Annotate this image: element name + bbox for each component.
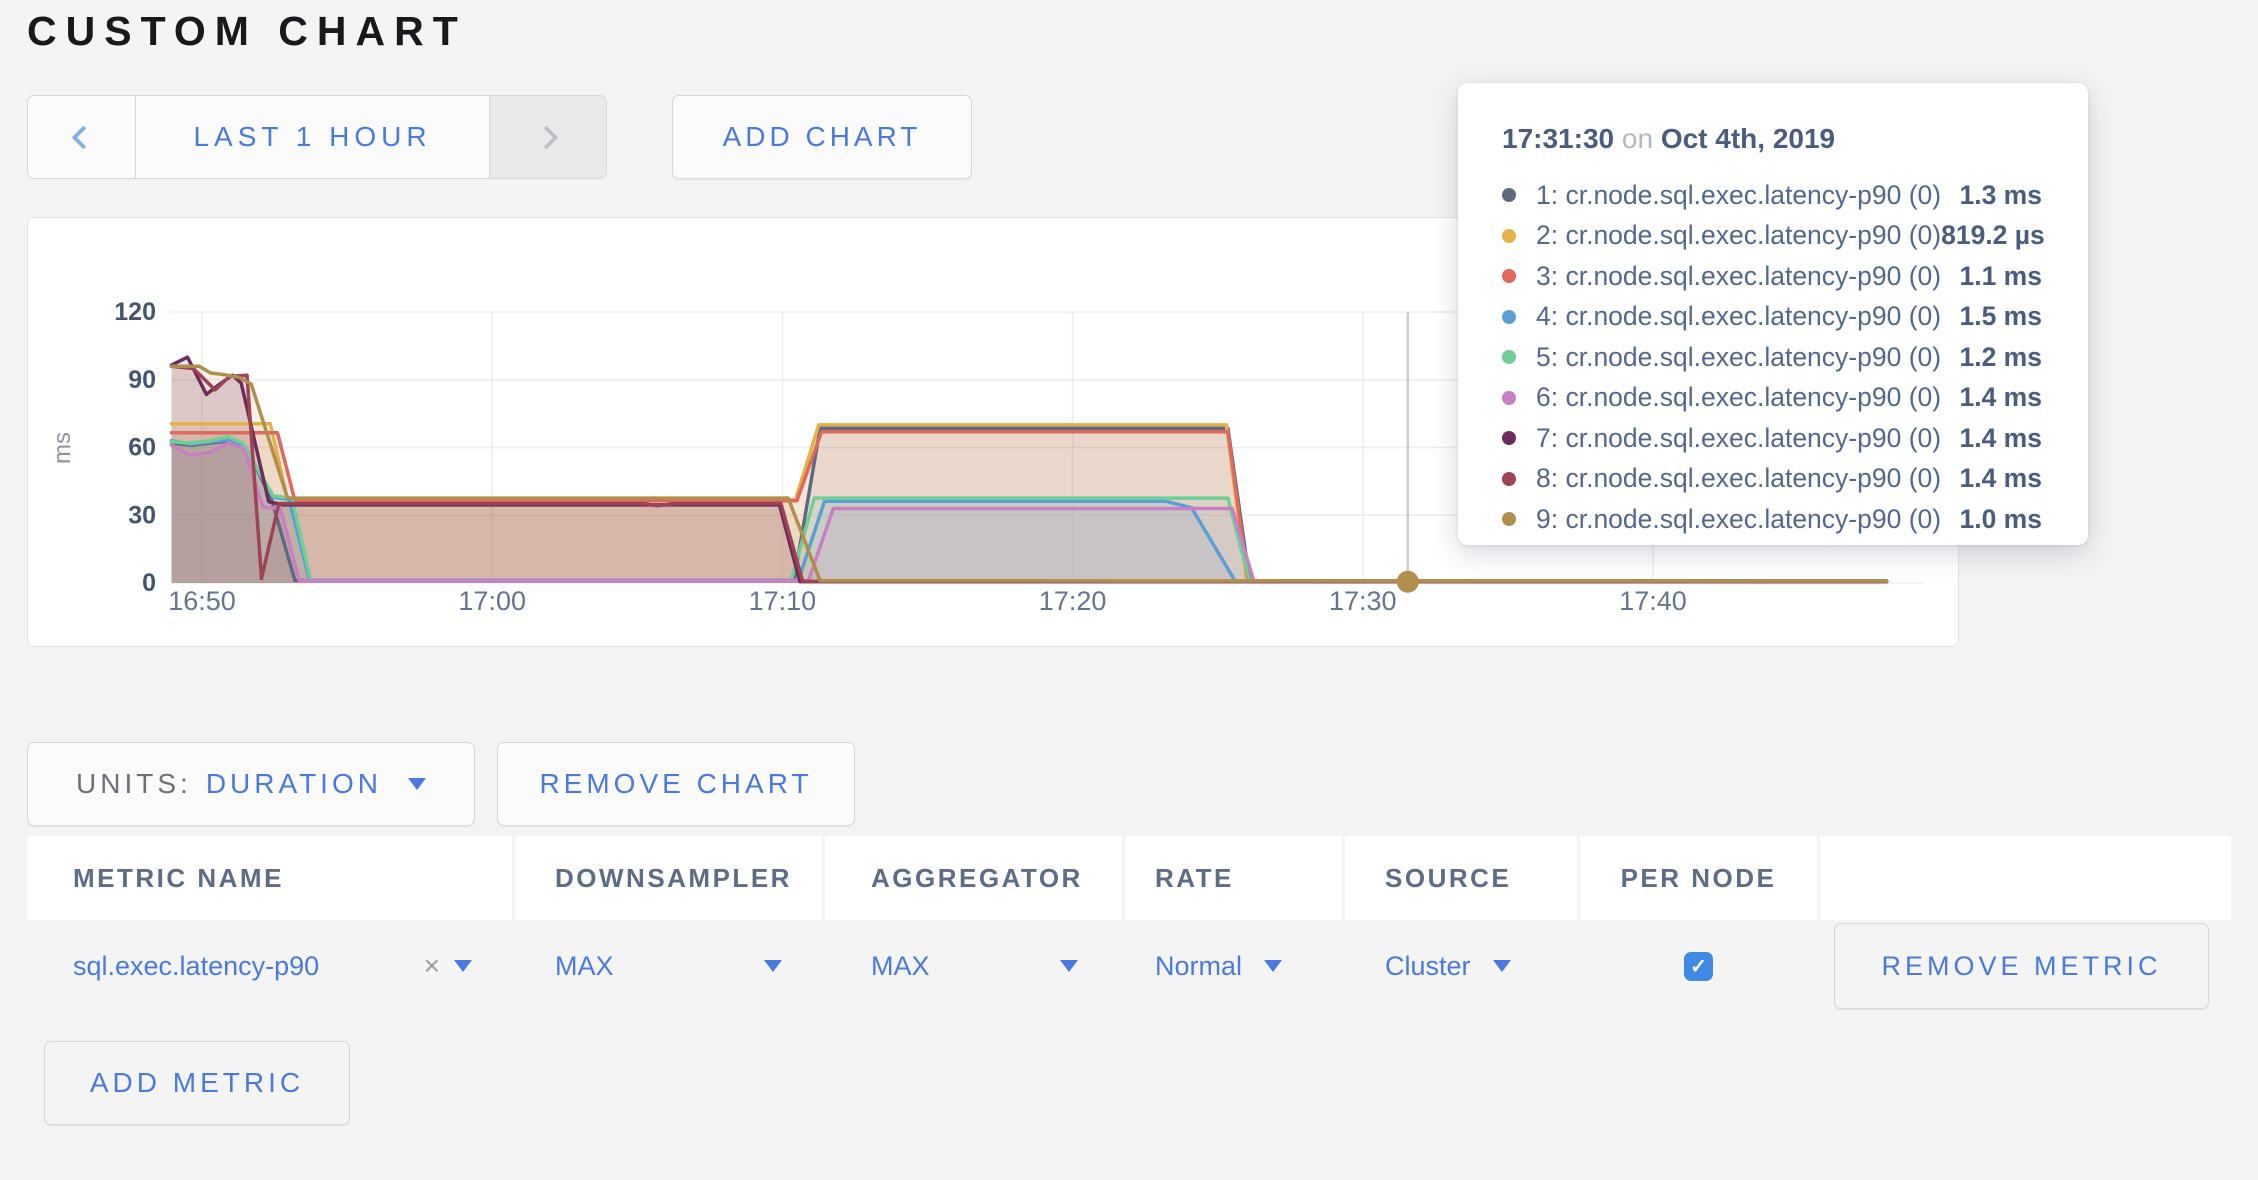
series-value: 1.4 ms [1959, 382, 2042, 413]
x-axis-tick: 17:10 [749, 586, 817, 616]
metric-name-value[interactable]: sql.exec.latency-p90 [73, 951, 319, 982]
series-value: 1.3 ms [1959, 180, 2042, 211]
series-color-dot [1502, 391, 1516, 405]
rate-dropdown-caret[interactable] [1264, 960, 1282, 972]
aggregator-dropdown-caret[interactable] [1060, 960, 1078, 972]
time-range-next-button[interactable] [489, 96, 606, 178]
time-range-label[interactable]: LAST 1 HOUR [136, 96, 489, 178]
series-name: 6: cr.node.sql.exec.latency-p90 (0) [1536, 382, 1959, 413]
column-header-per-node: PER NODE [1580, 836, 1817, 920]
series-name: 4: cr.node.sql.exec.latency-p90 (0) [1536, 301, 1959, 332]
column-header-aggregator: AGGREGATOR [825, 836, 1122, 920]
tooltip-series-row: 8: cr.node.sql.exec.latency-p90 (0)1.4 m… [1502, 459, 2042, 500]
source-cell: Cluster [1345, 920, 1577, 1012]
metrics-table-header: METRIC NAMEDOWNSAMPLERAGGREGATORRATESOUR… [27, 836, 2231, 920]
column-header-metric-name: METRIC NAME [27, 836, 512, 920]
y-axis-tick: 90 [128, 366, 156, 394]
series-color-dot [1502, 350, 1516, 364]
hover-point-dot [1397, 571, 1419, 593]
rate-value[interactable]: Normal [1155, 951, 1242, 982]
downsampler-cell: MAX [515, 920, 822, 1012]
series-value: 1.1 ms [1959, 261, 2042, 292]
series-name: 9: cr.node.sql.exec.latency-p90 (0) [1536, 504, 1959, 535]
series-value: 1.4 ms [1959, 423, 2042, 454]
y-axis-tick: 60 [128, 434, 156, 462]
x-axis-tick: 17:00 [458, 586, 526, 616]
series-value: 1.4 ms [1959, 463, 2042, 494]
series-color-dot [1502, 431, 1516, 445]
per-node-checkbox[interactable]: ✓ [1684, 952, 1713, 981]
time-range-prev-button[interactable] [28, 96, 136, 178]
series-name: 7: cr.node.sql.exec.latency-p90 (0) [1536, 423, 1959, 454]
source-dropdown-caret[interactable] [1493, 960, 1511, 972]
units-value: DURATION [206, 768, 382, 800]
page-title: CUSTOM CHART [27, 8, 467, 55]
metric-name-dropdown-caret[interactable] [454, 960, 472, 972]
remove-chart-button[interactable]: REMOVE CHART [497, 742, 855, 826]
x-axis-tick: 17:20 [1039, 586, 1107, 616]
actions-cell: REMOVE METRIC [1820, 920, 2231, 1012]
units-label: UNITS: [76, 768, 192, 800]
tooltip-series-row: 1: cr.node.sql.exec.latency-p90 (0)1.3 m… [1502, 175, 2042, 216]
y-axis-tick: 0 [142, 569, 156, 597]
per-node-cell: ✓ [1580, 920, 1817, 1012]
tooltip-series-row: 3: cr.node.sql.exec.latency-p90 (0)1.1 m… [1502, 256, 2042, 297]
chevron-down-icon [408, 778, 426, 790]
series-name: 5: cr.node.sql.exec.latency-p90 (0) [1536, 342, 1959, 373]
clear-metric-icon[interactable]: × [424, 950, 440, 982]
tooltip-series-row: 7: cr.node.sql.exec.latency-p90 (0)1.4 m… [1502, 418, 2042, 459]
add-metric-button[interactable]: ADD METRIC [44, 1041, 350, 1125]
remove-metric-button[interactable]: REMOVE METRIC [1834, 923, 2209, 1009]
series-color-dot [1502, 472, 1516, 486]
x-axis-tick: 16:50 [168, 586, 236, 616]
series-name: 8: cr.node.sql.exec.latency-p90 (0) [1536, 463, 1959, 494]
time-range-selector: LAST 1 HOUR [27, 95, 607, 179]
series-name: 2: cr.node.sql.exec.latency-p90 (0) [1536, 220, 1941, 251]
tooltip-series-row: 6: cr.node.sql.exec.latency-p90 (0)1.4 m… [1502, 378, 2042, 419]
y-axis-unit-label: ms [49, 432, 76, 464]
tooltip-timestamp: 17:31:30 on Oct 4th, 2019 [1502, 123, 2042, 155]
series-color-dot [1502, 269, 1516, 283]
tooltip-time: 17:31:30 [1502, 123, 1614, 154]
column-header-source: SOURCE [1345, 836, 1577, 920]
aggregator-cell: MAX [825, 920, 1122, 1012]
tooltip-series-row: 5: cr.node.sql.exec.latency-p90 (0)1.2 m… [1502, 337, 2042, 378]
column-header-rate: RATE [1125, 836, 1342, 920]
tooltip-series-row: 4: cr.node.sql.exec.latency-p90 (0)1.5 m… [1502, 297, 2042, 338]
series-value: 1.0 ms [1959, 504, 2042, 535]
y-axis-tick: 30 [128, 501, 156, 529]
units-dropdown[interactable]: UNITS: DURATION [27, 742, 475, 826]
series-color-dot [1502, 512, 1516, 526]
tooltip-series-row: 9: cr.node.sql.exec.latency-p90 (0)1.0 m… [1502, 499, 2042, 540]
series-color-dot [1502, 229, 1516, 243]
series-name: 3: cr.node.sql.exec.latency-p90 (0) [1536, 261, 1959, 292]
series-name: 1: cr.node.sql.exec.latency-p90 (0) [1536, 180, 1959, 211]
rate-cell: Normal [1125, 920, 1342, 1012]
tooltip-series-row: 2: cr.node.sql.exec.latency-p90 (0)819.2… [1502, 216, 2042, 257]
chart-hover-tooltip: 17:31:30 on Oct 4th, 2019 1: cr.node.sql… [1458, 83, 2088, 545]
series-color-dot [1502, 310, 1516, 324]
series-value: 819.2 µs [1941, 220, 2045, 251]
series-color-dot [1502, 188, 1516, 202]
custom-chart-page: CUSTOM CHART LAST 1 HOUR ADD CHART 0 30 60… [0, 0, 2258, 1180]
downsampler-dropdown-caret[interactable] [764, 960, 782, 972]
column-header-downsampler: DOWNSAMPLER [515, 836, 822, 920]
aggregator-value[interactable]: MAX [871, 951, 930, 982]
chevron-right-icon [534, 125, 558, 149]
tooltip-date: Oct 4th, 2019 [1661, 123, 1835, 154]
metric-row: sql.exec.latency-p90 × MAX MAX Normal Cl… [27, 920, 2231, 1012]
y-axis-tick: 120 [114, 298, 156, 326]
add-chart-button[interactable]: ADD CHART [672, 95, 972, 179]
series-value: 1.2 ms [1959, 342, 2042, 373]
source-value[interactable]: Cluster [1385, 951, 1471, 982]
metric-name-cell: sql.exec.latency-p90 × [27, 920, 512, 1012]
column-header-actions [1820, 836, 2231, 920]
tooltip-series-list: 1: cr.node.sql.exec.latency-p90 (0)1.3 m… [1502, 175, 2042, 540]
x-axis-tick: 17:40 [1619, 586, 1687, 616]
series-value: 1.5 ms [1959, 301, 2042, 332]
downsampler-value[interactable]: MAX [555, 951, 614, 982]
chevron-left-icon [71, 125, 95, 149]
x-axis-tick: 17:30 [1329, 586, 1397, 616]
